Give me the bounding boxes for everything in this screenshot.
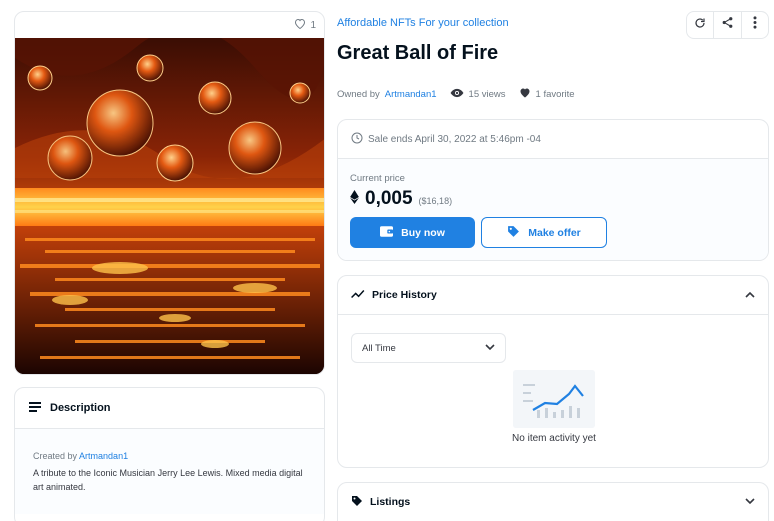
item-meta: Owned by Artmandan1 15 views 1 favorite (337, 87, 588, 101)
chevron-up-icon[interactable] (745, 289, 755, 301)
price-history-heading: Price History (372, 289, 437, 301)
no-activity-text: No item activity yet (512, 433, 596, 444)
tag-icon (351, 495, 363, 510)
action-buttons (686, 11, 769, 39)
time-filter-value: All Time (362, 342, 396, 354)
buy-now-label: Buy now (401, 226, 445, 239)
make-offer-label: Make offer (528, 226, 581, 239)
description-heading: Description (50, 402, 111, 414)
purchase-buttons: Buy now Make offer (350, 217, 756, 248)
price-history-header[interactable]: Price History (338, 276, 768, 315)
favorites-info: 1 favorite (519, 87, 575, 101)
refresh-icon (694, 16, 706, 34)
description-body: Created by Artmandan1 A tribute to the I… (15, 429, 324, 514)
chevron-down-icon (485, 343, 495, 354)
trend-icon (351, 289, 365, 302)
chevron-down-icon[interactable] (745, 496, 755, 508)
buy-now-button[interactable]: Buy now (350, 217, 475, 248)
sale-end-text: Sale ends April 30, 2022 at 5:46pm -04 (368, 133, 541, 145)
share-icon (721, 16, 734, 34)
price-usd: ($16,18) (418, 196, 453, 206)
nft-artwork[interactable] (15, 38, 325, 375)
listings-heading: Listings (370, 496, 411, 508)
sale-body: Current price 0,005 ($16,18) Buy now Mak… (338, 159, 768, 260)
image-topbar: 1 (15, 12, 324, 38)
current-price-label: Current price (350, 173, 405, 184)
favorites-count: 1 favorite (535, 88, 575, 100)
price-row: 0,005 ($16,18) (350, 188, 756, 210)
sale-card: Sale ends April 30, 2022 at 5:46pm -04 C… (337, 119, 769, 261)
owner-info: Owned by Artmandan1 (337, 89, 437, 100)
time-filter-select[interactable]: All Time (351, 333, 506, 363)
price-history-card: Price History All Time No item activity … (337, 275, 769, 468)
more-button[interactable] (742, 12, 768, 38)
views-info: 15 views (450, 88, 506, 101)
created-by-prefix: Created by (33, 451, 78, 461)
owned-by-prefix: Owned by (337, 88, 380, 100)
views-count: 15 views (468, 88, 506, 100)
description-icon (29, 401, 41, 415)
listings-header[interactable]: Listings (338, 483, 768, 521)
make-offer-button[interactable]: Make offer (481, 217, 607, 248)
empty-chart-illustration (513, 370, 595, 428)
description-card: Description Created by Artmandan1 A trib… (14, 387, 325, 521)
heart-icon (519, 87, 531, 101)
favorite-count: 1 (310, 19, 316, 31)
collection-link[interactable]: Affordable NFTs For your collection (337, 17, 509, 29)
nft-image-card: 1 (14, 11, 325, 375)
description-header[interactable]: Description (15, 388, 324, 429)
description-text: A tribute to the Iconic Musician Jerry L… (33, 468, 303, 492)
created-by-line: Created by Artmandan1 (33, 449, 306, 463)
sale-end-row: Sale ends April 30, 2022 at 5:46pm -04 (338, 120, 768, 159)
more-icon (753, 16, 757, 34)
eye-icon (450, 88, 464, 101)
owner-link[interactable]: Artmandan1 (385, 89, 437, 100)
price-eth: 0,005 (365, 188, 413, 209)
refresh-button[interactable] (687, 12, 715, 38)
heart-icon[interactable] (294, 18, 306, 32)
wallet-icon (380, 225, 394, 240)
creator-link[interactable]: Artmandan1 (79, 451, 128, 461)
ethereum-icon (350, 190, 359, 209)
tag-icon (507, 225, 520, 241)
item-title: Great Ball of Fire (337, 42, 499, 64)
clock-icon (351, 132, 363, 147)
listings-card: Listings (337, 482, 769, 521)
share-button[interactable] (714, 12, 742, 38)
